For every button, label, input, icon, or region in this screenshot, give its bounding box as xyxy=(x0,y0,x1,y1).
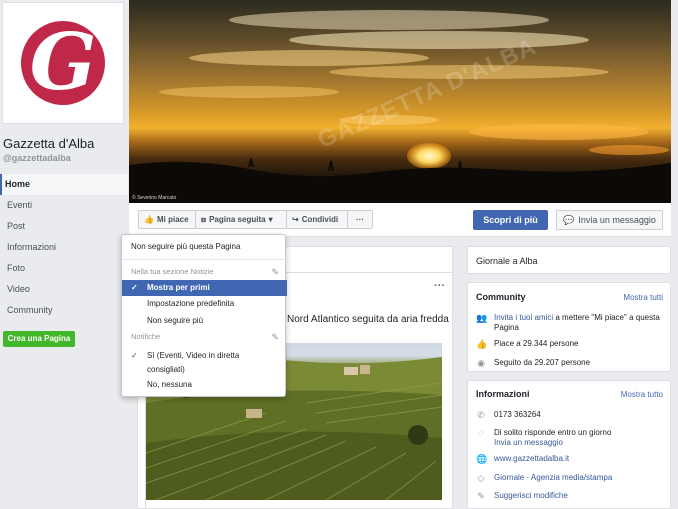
likes-count-row: 👍 Piace a 29.344 persone xyxy=(476,339,666,349)
tag-icon: ◇ xyxy=(477,473,485,483)
follow-label: Pagina seguita xyxy=(209,215,266,224)
messenger-icon: 💬 xyxy=(563,214,575,225)
page-handle[interactable]: @gazzettadalba xyxy=(3,153,71,163)
rss-icon: ◉ xyxy=(477,358,485,368)
menu-item-see-first[interactable]: ✓ Mostra per primi xyxy=(122,280,287,296)
post-text: Nord Atlantico seguita da aria fredda xyxy=(287,314,449,325)
pencil-icon: ✎ xyxy=(477,491,485,501)
checkmark-icon: ✓ xyxy=(131,283,138,292)
checkmark-icon: ✓ xyxy=(131,351,138,360)
logo-letter: G xyxy=(29,21,97,105)
info-title: Informazioni xyxy=(476,389,530,399)
create-page-button[interactable]: Crea una Pagina xyxy=(3,331,75,347)
location-card: Giornale a Alba xyxy=(467,246,671,274)
suggest-edits-link[interactable]: Suggerisci modifiche xyxy=(494,491,568,501)
sidebar-item-post[interactable]: Post xyxy=(0,216,128,237)
page-action-bar: 👍 Mi piace ⧈ Pagina seguita ▾ ↪ Condivid… xyxy=(129,203,671,237)
menu-section-notifications: Notifiche ✎ xyxy=(122,332,287,343)
cover-photo[interactable]: GAZZETTA D'ALBA © Severino Marcato xyxy=(129,0,671,203)
sidebar-item-foto[interactable]: Foto xyxy=(0,258,128,279)
website-link[interactable]: www.gazzettadalba.it xyxy=(494,454,569,464)
invite-friends-row: 👥 Invita i tuoi amici a mettere "Mi piac… xyxy=(476,313,666,333)
people-icon: 👥 xyxy=(476,313,488,323)
page-category-location: Giornale a Alba xyxy=(476,256,538,266)
response-time: Di solito risponde entro un giorno xyxy=(494,428,612,437)
logo-icon: G xyxy=(21,21,105,105)
menu-section-notifications-label: Notifiche xyxy=(131,332,161,341)
menu-item-unfollow[interactable]: Non seguire più xyxy=(122,316,287,325)
response-row: ◌ Di solito risponde entro un giorno Inv… xyxy=(476,428,666,448)
community-card: Community Mostra tutti 👥 Invita i tuoi a… xyxy=(467,282,671,372)
phone-row: ✆ 0173 363264 xyxy=(476,410,666,420)
send-message-button[interactable]: 💬 Invia un messaggio xyxy=(556,210,663,230)
phone-number: 0173 363264 xyxy=(494,410,541,419)
menu-divider xyxy=(122,259,287,260)
like-label: Mi piace xyxy=(156,215,189,224)
post-options-button[interactable]: ··· xyxy=(434,280,445,292)
menu-section-news-label: Nella tua sezione Notizie xyxy=(131,267,214,276)
followers-count: Seguito da 29.207 persone xyxy=(494,358,591,367)
sidebar-item-home[interactable]: Home xyxy=(0,174,128,195)
menu-item-notifications-off[interactable]: No, nessuna xyxy=(122,380,287,389)
menu-section-news: Nella tua sezione Notizie ✎ xyxy=(122,267,287,278)
globe-icon: 🌐 xyxy=(476,454,488,464)
menu-item-notifications-on[interactable]: ✓ Sì (Eventi, Video in diretta consiglia… xyxy=(122,349,262,377)
hills-silhouette xyxy=(129,156,671,203)
sidebar-item-community[interactable]: Community xyxy=(0,300,128,321)
sidebar-item-informazioni[interactable]: Informazioni xyxy=(0,237,128,258)
follow-button[interactable]: ⧈ Pagina seguita ▾ xyxy=(195,210,287,229)
info-see-all-link[interactable]: Mostra tutto xyxy=(621,390,663,399)
menu-item-unfollow-page[interactable]: Non seguire più questa Pagina xyxy=(122,242,287,251)
pencil-icon[interactable]: ✎ xyxy=(271,332,279,343)
suggest-edits-row: ✎ Suggerisci modifiche xyxy=(476,491,666,501)
messenger-icon: ◌ xyxy=(478,428,484,438)
menu-item-see-first-label: Mostra per primi xyxy=(147,283,210,292)
cloud-layer xyxy=(159,10,669,155)
category-link[interactable]: Giornale · Agenzia media/stampa xyxy=(494,473,612,483)
menu-item-notifications-on-label: Sì (Eventi, Video in diretta consigliati… xyxy=(147,351,240,374)
share-label: Condividi xyxy=(301,215,339,224)
thumbs-up-icon: 👍 xyxy=(144,215,154,224)
followers-count-row: ◉ Seguito da 29.207 persone xyxy=(476,358,666,368)
page-nav: Home Eventi Post Informazioni Foto Video… xyxy=(0,174,128,321)
phone-icon: ✆ xyxy=(477,410,485,420)
more-options-button[interactable]: ··· xyxy=(347,210,373,229)
photo-credit: © Severino Marcato xyxy=(132,195,177,201)
invite-friends-link[interactable]: Invita i tuoi amici xyxy=(494,313,553,322)
thumbs-up-icon: 👍 xyxy=(476,339,488,349)
website-row: 🌐 www.gazzettadalba.it xyxy=(476,454,666,464)
learn-more-button[interactable]: Scopri di più xyxy=(473,210,548,230)
send-message-link[interactable]: Invia un messaggio xyxy=(494,438,563,447)
follow-dropdown-menu: Non seguire più questa Pagina Nella tua … xyxy=(121,234,287,397)
rss-icon: ⧈ xyxy=(201,214,207,224)
info-card: Informazioni Mostra tutto ✆ 0173 363264 … xyxy=(467,380,671,509)
pencil-icon[interactable]: ✎ xyxy=(271,267,279,278)
left-column: G Gazzetta d'Alba @gazzettadalba Home Ev… xyxy=(0,0,128,509)
community-title: Community xyxy=(476,292,526,302)
category-row: ◇ Giornale · Agenzia media/stampa xyxy=(476,473,666,483)
like-button[interactable]: 👍 Mi piace xyxy=(138,210,196,229)
menu-item-default[interactable]: Impostazione predefinita xyxy=(122,299,287,308)
share-button[interactable]: ↪ Condividi xyxy=(286,210,348,229)
sidebar-item-video[interactable]: Video xyxy=(0,279,128,300)
page-avatar[interactable]: G xyxy=(2,2,124,124)
share-arrow-icon: ↪ xyxy=(292,215,299,224)
community-see-all-link[interactable]: Mostra tutti xyxy=(623,293,663,302)
page-title[interactable]: Gazzetta d'Alba xyxy=(3,136,94,151)
caret-down-icon: ▾ xyxy=(268,215,273,224)
send-message-label: Invia un messaggio xyxy=(578,215,656,225)
sidebar-item-eventi[interactable]: Eventi xyxy=(0,195,128,216)
likes-count: Piace a 29.344 persone xyxy=(494,339,579,348)
